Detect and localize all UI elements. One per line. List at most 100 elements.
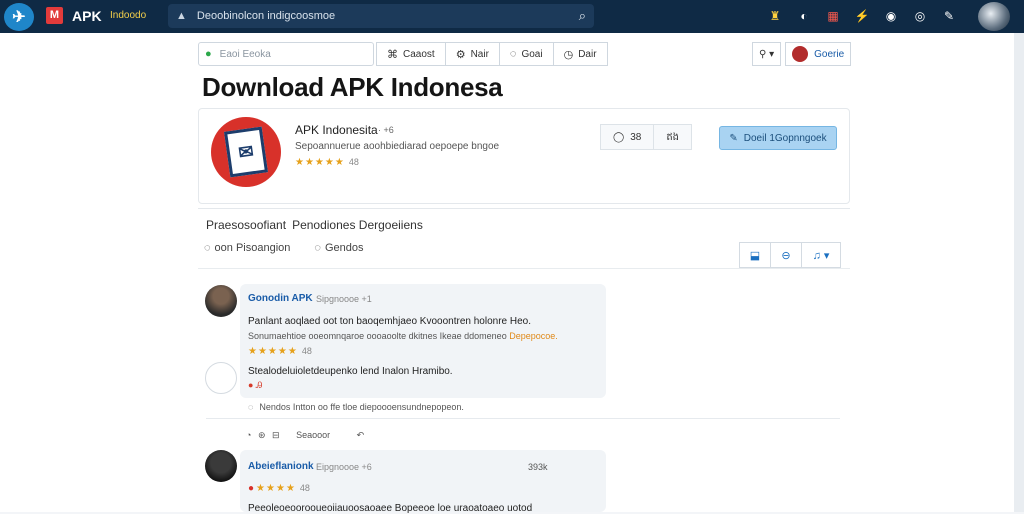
vertical-scrollbar[interactable] (1014, 33, 1024, 512)
page-title: Download APK Indonesa (202, 72, 503, 102)
share-small-icon[interactable]: ⊟ (272, 430, 280, 440)
comment-username[interactable]: Gonodin APK (248, 293, 313, 304)
download-button[interactable]: ✎ Doeil 1Gopnngoek (719, 126, 837, 150)
comment-small-icon: ◌ (248, 402, 254, 412)
arrow-icon[interactable]: ↶ (357, 430, 365, 440)
settings-button[interactable]: ⚙ Nair (444, 42, 500, 66)
comment-rating-count: 48 (301, 346, 312, 356)
reply-text: Stealodeluioletdeupenko lend Inalon Hram… (248, 366, 453, 377)
top-navigation-bar: ✈ M APK Indoodo ▲ Deoobinolcon indigcoos… (0, 0, 1024, 33)
comment-subtext: Sonumaehtioe ooeomnqaroe oooaoolte dkitn… (248, 331, 558, 341)
home-logo-icon[interactable]: ✈ (4, 3, 34, 31)
bolt-icon[interactable]: ⚡ (852, 6, 872, 26)
pen-icon[interactable]: ✎ (939, 6, 959, 26)
app-card: ✉ APK Indonesita ·· +6 Sepoannuerue aooh… (198, 108, 850, 204)
app-name[interactable]: APK Indonesita (295, 123, 378, 137)
comment-button-label: Goai (521, 48, 543, 60)
comment-subtext-main: Sonumaehtioe ooeomnqaroe oooaoolte dkitn… (248, 331, 507, 341)
more-button[interactable]: ♫ ▾ (801, 242, 841, 268)
share-stat[interactable]: ឥង (653, 124, 693, 150)
app-stat-group: ◯ 38 ឥង (600, 124, 693, 150)
share-icon: ⊖ (781, 249, 791, 262)
comment-count: 393k (528, 462, 548, 472)
gear-icon: ⚙ (455, 48, 466, 61)
content-search-input[interactable]: ● Eaoi Eeoka (198, 42, 374, 66)
reply-icon[interactable]: ⊛ (258, 430, 266, 440)
eye-icon: ◯ (613, 131, 625, 143)
profile-button[interactable]: Goerie (785, 42, 852, 66)
more-icon: ♫ ▾ (812, 249, 830, 262)
reply-subtext: ● Ꭿ (248, 380, 263, 390)
chat-icon[interactable]: ◉ (881, 6, 901, 26)
user-avatar[interactable] (978, 2, 1010, 31)
comment-footer-text: Nendos Intton oo ffe tloe diepoooensundn… (259, 402, 464, 412)
tag-button[interactable]: ⌘ Caaost (376, 42, 446, 66)
rating-count: 48 (348, 157, 359, 167)
location-icon: ▲ (176, 10, 187, 22)
search-status-icon: ● (205, 48, 212, 60)
download-icon: ✎ (729, 132, 738, 144)
download-label: Doeil 1Gopnngoek (743, 132, 827, 144)
history-button-label: Dair (578, 48, 597, 60)
share-button[interactable]: ⊖ (770, 242, 802, 268)
tab-discussion-label: oon Pisoangion (214, 242, 291, 254)
comment-icon: ◌ (509, 48, 517, 60)
comment-text: Peeoleoeoorooueoiiauoosaoaee Bopeeoe loe… (248, 503, 533, 514)
top-search-input[interactable]: Deoobinolcon indigcoosmoe (197, 10, 579, 22)
comment-username[interactable]: Abeieflanionk (248, 461, 314, 472)
comment-meta: Eipgnoooe +6 (316, 462, 372, 472)
comment-avatar[interactable] (205, 285, 237, 317)
bookmark-icon: ⬓ (749, 249, 761, 262)
app-description: Sepoannuerue aoohbiediarad oepoepe bngoe (295, 141, 500, 152)
comment-avatar[interactable] (205, 450, 237, 482)
brand-mark-icon[interactable]: M (46, 7, 63, 24)
comment-subtext-highlight[interactable]: Depepocoe. (509, 331, 558, 341)
account-menu-button[interactable]: ⚲ ▾ (752, 42, 782, 66)
tab-discussion[interactable]: ◌ oon Pisoangion (204, 242, 302, 254)
discussion-header-left: Praesosoofiant (206, 218, 287, 232)
like-icon[interactable]: ◔ (246, 430, 251, 440)
content-search-placeholder: Eaoi Eeoka (219, 48, 271, 60)
comment-stars: ★★★★ (256, 483, 296, 494)
content-toolbar: ● Eaoi Eeoka ⌘ Caaost ⚙ Nair ◌ Goai ◷ Da… (198, 42, 608, 66)
history-button[interactable]: ◷ Dair (552, 42, 608, 66)
bell-icon[interactable]: ◐ (794, 6, 814, 26)
profile-avatar (792, 46, 809, 62)
account-icon: ⚲ ▾ (759, 48, 775, 60)
comment-stars: ★★★★★ (248, 346, 298, 357)
app-logo-mark: ✉ (223, 126, 269, 178)
search-icon[interactable]: ⌕ (579, 8, 586, 24)
brand-subtitle: Indoodo (110, 10, 147, 21)
toolbar-right: ⚲ ▾ Goerie (748, 42, 852, 66)
comment-rating: ● ★★★★ 48 (248, 483, 310, 494)
comment-rating-count: 48 (299, 483, 310, 493)
section-divider (198, 268, 850, 269)
discussion-header: Praesosoofiant Penodiones Dergoeiiens (206, 218, 423, 232)
comment-icon: ◌ (204, 242, 211, 254)
brand-name[interactable]: APK (72, 8, 102, 24)
app-version: ·· +6 (375, 125, 394, 135)
comment-meta: Sipgnoooe +1 (316, 294, 372, 304)
reply-avatar[interactable] (205, 362, 237, 394)
comment-button[interactable]: ◌ Goai (498, 42, 554, 66)
comment-action-label[interactable]: Seaooor (296, 430, 330, 440)
chat-icon: ◌ (314, 242, 321, 254)
clock-icon: ◷ (563, 48, 574, 61)
apps-icon[interactable]: ▦ (823, 6, 843, 26)
comment-divider (206, 418, 840, 419)
profile-label: Goerie (814, 48, 845, 60)
discussion-tabs: ◌ oon Pisoangion ◌ Gendos (204, 242, 387, 254)
globe-icon[interactable]: ◎ (910, 6, 930, 26)
trophy-icon[interactable]: ♜ (765, 6, 785, 26)
bookmark-button[interactable]: ⬓ (739, 242, 771, 268)
top-search-bar[interactable]: ▲ Deoobinolcon indigcoosmoe ⌕ (168, 4, 594, 28)
app-rating: ★★★★★ 48 (295, 157, 359, 168)
views-stat[interactable]: ◯ 38 (600, 124, 655, 150)
rating-badge-icon: ● (248, 483, 255, 494)
comment-rating: ★★★★★ 48 (248, 346, 312, 357)
tag-icon: ⌘ (387, 48, 398, 61)
comment-action-bar: ◔ ⊛ ⊟ Seaooor ↶ (246, 430, 364, 441)
tab-gendos-label: Gendos (324, 242, 364, 254)
tab-gendos[interactable]: ◌ Gendos (314, 242, 375, 254)
settings-button-label: Nair (470, 48, 489, 60)
